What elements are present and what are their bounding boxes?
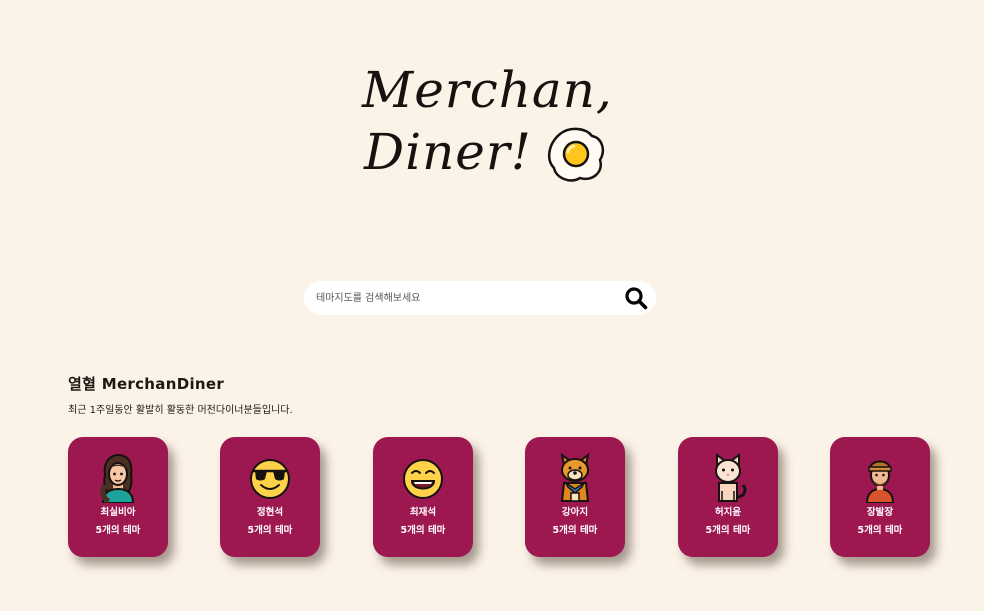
theme-count: 5개의 테마 — [552, 525, 598, 536]
theme-count: 5개의 테마 — [400, 525, 446, 536]
theme-count: 5개의 테마 — [705, 525, 751, 536]
user-card-list: 최실비아 5개의 테마 정현석 5개의 테마 최재석 5개의 테마 강아지 5개… — [68, 437, 930, 557]
user-name: 최실비아 — [100, 507, 136, 518]
logo-line-1: Merchan, — [362, 61, 613, 119]
site-logo[interactable]: Merchan, Diner! — [352, 58, 622, 193]
user-name: 허지윤 — [714, 507, 742, 518]
dog-icon — [560, 453, 590, 502]
user-name: 장발장 — [866, 507, 894, 518]
man-beanie-avatar-icon — [865, 460, 895, 503]
section-title: 열혈 MerchanDiner — [68, 375, 225, 393]
theme-count: 5개의 테마 — [857, 525, 903, 536]
sunglasses-emoji-icon — [250, 459, 290, 499]
theme-count: 5개의 테마 — [95, 525, 141, 536]
logo-line-2: Diner! — [364, 123, 532, 181]
user-card[interactable]: 최실비아 5개의 테마 — [68, 437, 168, 557]
cat-icon — [715, 453, 747, 502]
section-subtitle: 최근 1주일동안 활발히 활동한 머천다이너분들입니다. — [68, 405, 293, 416]
grinning-emoji-icon — [403, 459, 443, 499]
main-page: Merchan, Diner! 열혈 MerchanDiner 최근 1주일동안… — [0, 0, 984, 611]
user-card[interactable]: 장발장 5개의 테마 — [830, 437, 930, 557]
theme-count: 5개의 테마 — [247, 525, 293, 536]
search-icon — [625, 287, 648, 310]
user-card[interactable]: 허지윤 5개의 테마 — [678, 437, 778, 557]
user-card[interactable]: 최재석 5개의 테마 — [373, 437, 473, 557]
user-name: 강아지 — [561, 507, 589, 518]
search-input[interactable] — [316, 283, 622, 313]
search-bar — [304, 281, 656, 315]
user-card[interactable]: 강아지 5개의 테마 — [525, 437, 625, 557]
user-name: 정현석 — [256, 507, 284, 518]
fried-egg-icon — [547, 127, 604, 182]
woman-avatar-icon — [100, 453, 135, 503]
user-name: 최재석 — [409, 507, 437, 518]
search-button[interactable] — [622, 284, 650, 312]
user-card[interactable]: 정현석 5개의 테마 — [220, 437, 320, 557]
